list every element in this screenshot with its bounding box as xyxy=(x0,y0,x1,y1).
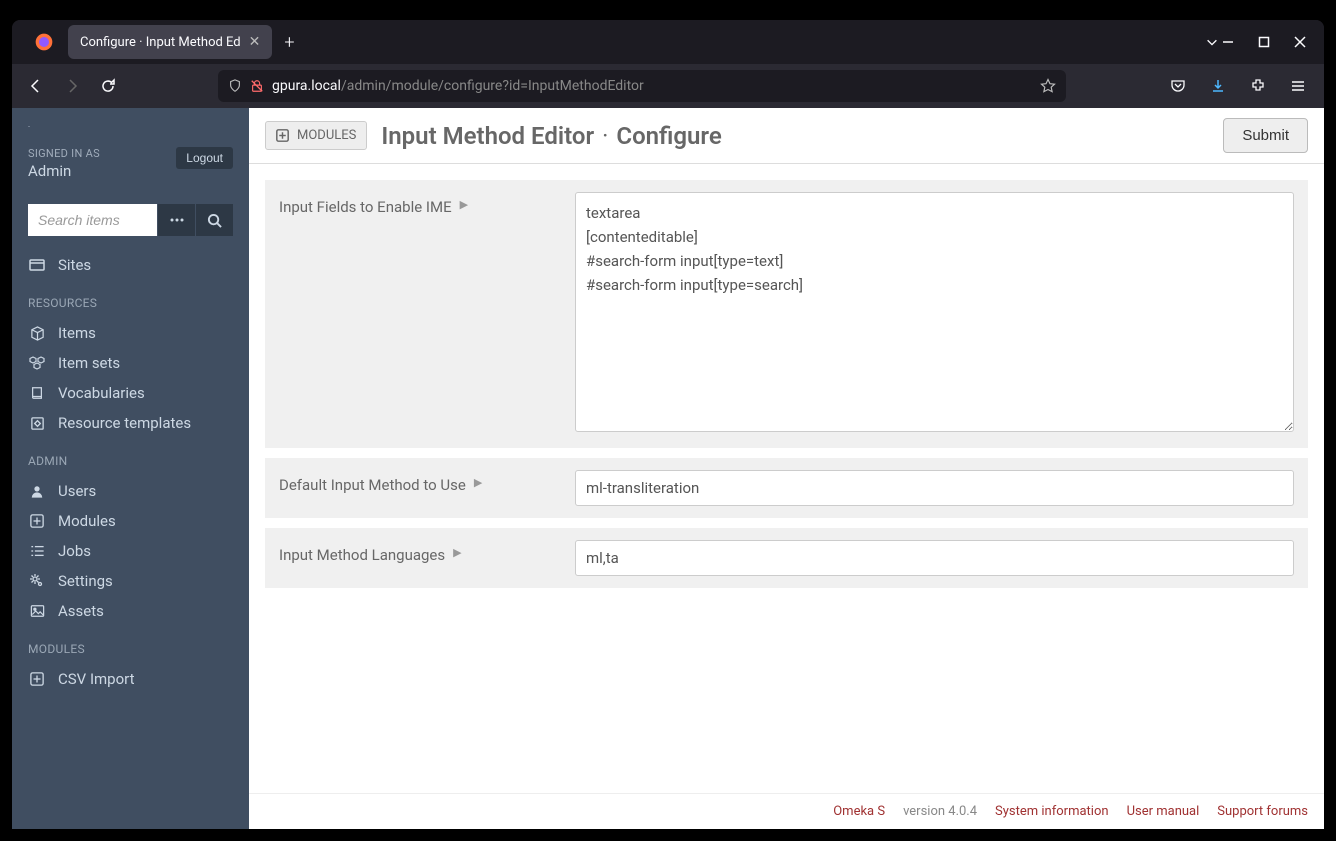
signed-in-label: SIGNED IN AS xyxy=(28,147,100,160)
modules-breadcrumb-button[interactable]: MODULES xyxy=(265,121,367,150)
sidebar-item-label: Users xyxy=(58,482,96,500)
search-group xyxy=(28,204,233,236)
plus-square-icon xyxy=(28,514,46,528)
footer: Omeka S version 4.0.4 System information… xyxy=(249,793,1324,829)
form-label: Default Input Method to Use▶ xyxy=(279,470,559,506)
page-content: . SIGNED IN AS Admin Logout Sit xyxy=(12,108,1324,829)
extensions-icon[interactable] xyxy=(1244,72,1272,100)
ime-fields-textarea[interactable] xyxy=(575,192,1294,432)
sidebar-item-csv-import[interactable]: CSV Import xyxy=(12,664,249,694)
plus-square-icon xyxy=(28,672,46,686)
signed-in-user[interactable]: Admin xyxy=(28,162,100,180)
logout-button[interactable]: Logout xyxy=(176,147,233,169)
sidebar-item-resource-templates[interactable]: Resource templates xyxy=(12,408,249,438)
sidebar-item-label: Items xyxy=(58,324,96,342)
pocket-icon[interactable] xyxy=(1164,72,1192,100)
forward-button[interactable] xyxy=(56,70,88,102)
sidebar-item-label: Jobs xyxy=(58,542,91,560)
lock-insecure-icon[interactable] xyxy=(250,79,264,93)
tab-title: Configure · Input Method Ed xyxy=(80,35,241,50)
close-tab-icon[interactable]: ✕ xyxy=(249,35,261,49)
form-label: Input Fields to Enable IME▶ xyxy=(279,192,559,436)
cube-icon xyxy=(28,326,46,341)
form-row-languages: Input Method Languages▶ xyxy=(265,528,1308,588)
form-row-ime-fields: Input Fields to Enable IME▶ xyxy=(265,180,1308,448)
downloads-icon[interactable] xyxy=(1204,72,1232,100)
caret-right-icon[interactable]: ▶ xyxy=(460,198,468,211)
tab-bar: Configure · Input Method Ed ✕ + xyxy=(12,20,1324,64)
url-bar[interactable]: gpura.local/admin/module/configure?id=In… xyxy=(218,70,1066,102)
sites-icon xyxy=(28,257,46,273)
sidebar-item-label: CSV Import xyxy=(58,670,135,688)
user-icon xyxy=(28,484,46,499)
maximize-icon[interactable] xyxy=(1256,36,1272,48)
footer-manual-link[interactable]: User manual xyxy=(1127,804,1200,819)
new-tab-button[interactable]: + xyxy=(284,32,294,53)
window-controls xyxy=(1220,36,1316,48)
list-icon xyxy=(28,544,46,558)
sidebar-item-label: Settings xyxy=(58,572,113,590)
cubes-icon xyxy=(28,355,46,371)
url-text: gpura.local/admin/module/configure?id=In… xyxy=(272,78,1032,94)
sidebar-item-modules[interactable]: Modules xyxy=(12,506,249,536)
menu-icon[interactable] xyxy=(1284,72,1312,100)
bookmark-star-icon[interactable] xyxy=(1040,78,1056,94)
sidebar-item-item-sets[interactable]: Item sets xyxy=(12,348,249,378)
book-icon xyxy=(28,385,46,401)
languages-input[interactable] xyxy=(575,540,1294,576)
sidebar-heading-admin: ADMIN xyxy=(12,442,249,472)
sidebar-item-label: Assets xyxy=(58,602,104,620)
tab-dropdown-icon[interactable] xyxy=(1204,35,1220,49)
pencil-square-icon xyxy=(28,416,46,431)
sidebar-heading-resources: RESOURCES xyxy=(12,284,249,314)
sidebar: . SIGNED IN AS Admin Logout Sit xyxy=(12,108,249,829)
back-button[interactable] xyxy=(20,70,52,102)
form-label: Input Method Languages▶ xyxy=(279,540,559,576)
sidebar-item-label: Sites xyxy=(58,256,91,274)
main-header: MODULES Input Method Editor·Configure Su… xyxy=(249,108,1324,164)
sidebar-item-sites[interactable]: Sites xyxy=(12,250,249,280)
main: MODULES Input Method Editor·Configure Su… xyxy=(249,108,1324,829)
reload-button[interactable] xyxy=(92,70,124,102)
sidebar-item-assets[interactable]: Assets xyxy=(12,596,249,626)
sidebar-heading-modules: MODULES xyxy=(12,630,249,660)
footer-forums-link[interactable]: Support forums xyxy=(1217,804,1308,819)
modules-badge-label: MODULES xyxy=(297,128,356,143)
search-submit-button[interactable] xyxy=(195,204,233,236)
caret-right-icon[interactable]: ▶ xyxy=(474,476,482,489)
search-advanced-button[interactable] xyxy=(157,204,195,236)
search-input[interactable] xyxy=(28,204,157,236)
sidebar-item-jobs[interactable]: Jobs xyxy=(12,536,249,566)
submit-button[interactable]: Submit xyxy=(1223,118,1308,153)
sidebar-item-label: Item sets xyxy=(58,354,120,372)
footer-sysinfo-link[interactable]: System information xyxy=(995,804,1109,819)
sidebar-item-users[interactable]: Users xyxy=(12,476,249,506)
image-icon xyxy=(28,604,46,618)
default-method-input[interactable] xyxy=(575,470,1294,506)
form-row-default-method: Default Input Method to Use▶ xyxy=(265,458,1308,518)
plus-square-icon xyxy=(276,129,289,142)
site-title[interactable]: . xyxy=(28,120,233,129)
sidebar-item-label: Resource templates xyxy=(58,414,191,432)
firefox-logo-icon xyxy=(20,32,68,52)
minimize-icon[interactable] xyxy=(1220,36,1236,48)
sidebar-item-label: Modules xyxy=(58,512,116,530)
sidebar-item-items[interactable]: Items xyxy=(12,318,249,348)
close-window-icon[interactable] xyxy=(1292,36,1308,48)
form-area: Input Fields to Enable IME▶ Default Inpu… xyxy=(249,164,1324,793)
browser-tab[interactable]: Configure · Input Method Ed ✕ xyxy=(68,25,272,59)
browser-window: Configure · Input Method Ed ✕ + gpura. xyxy=(12,20,1324,829)
footer-version: version 4.0.4 xyxy=(903,804,977,819)
page-title: Input Method Editor·Configure xyxy=(381,122,1209,150)
footer-brand-link[interactable]: Omeka S xyxy=(833,804,885,819)
shield-icon[interactable] xyxy=(228,79,242,93)
sidebar-item-vocabularies[interactable]: Vocabularies xyxy=(12,378,249,408)
sidebar-item-settings[interactable]: Settings xyxy=(12,566,249,596)
caret-right-icon[interactable]: ▶ xyxy=(453,546,461,559)
gears-icon xyxy=(28,573,46,589)
nav-bar: gpura.local/admin/module/configure?id=In… xyxy=(12,64,1324,108)
sidebar-item-label: Vocabularies xyxy=(58,384,145,402)
